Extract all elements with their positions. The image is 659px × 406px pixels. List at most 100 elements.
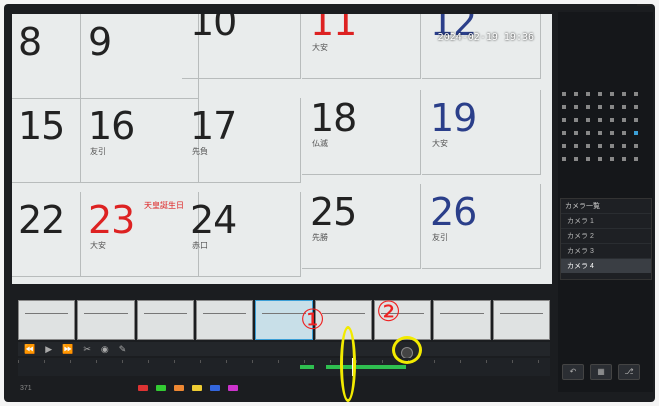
calendar-cell: 17 先負	[182, 98, 301, 183]
mini-calendar-dot[interactable]	[634, 131, 638, 135]
mini-calendar-dot[interactable]	[634, 92, 638, 96]
camera-snapshot-icon[interactable]: ◉	[101, 344, 109, 355]
mini-calendar-dot[interactable]	[598, 92, 602, 96]
calendar-cell: 24 赤口	[182, 192, 301, 277]
mini-calendar-dot[interactable]	[598, 157, 602, 161]
mini-calendar-dot[interactable]	[562, 92, 566, 96]
calendar-day: 17	[190, 104, 237, 148]
calendar-sub: 先勝	[312, 233, 328, 242]
thumbnail[interactable]	[77, 300, 135, 340]
calendar-sub: 大安	[90, 241, 106, 250]
calendar-sub: 赤口	[192, 241, 208, 250]
camera-item-selected[interactable]: カメラ 4	[561, 258, 651, 273]
corner-mark	[637, 4, 651, 6]
mini-calendar-dot[interactable]	[574, 157, 578, 161]
thumbnail[interactable]	[18, 300, 76, 340]
mini-calendar-dot[interactable]	[634, 118, 638, 122]
mini-calendar-dot[interactable]	[586, 118, 590, 122]
mini-calendar-dot[interactable]	[634, 105, 638, 109]
mini-calendar-dot[interactable]	[562, 144, 566, 148]
mini-calendar-dot[interactable]	[610, 144, 614, 148]
mini-calendar-dot[interactable]	[622, 157, 626, 161]
grid-icon[interactable]: ▦	[590, 364, 612, 380]
mini-calendar-dot[interactable]	[586, 92, 590, 96]
calendar-day: 24	[190, 198, 237, 242]
calendar-day: 16	[88, 104, 135, 148]
mini-calendar-dot[interactable]	[586, 131, 590, 135]
camera-item[interactable]: カメラ 1	[561, 213, 651, 228]
cut-icon[interactable]: ✂	[83, 344, 91, 355]
export-icon[interactable]: ⎇	[618, 364, 640, 380]
back-icon[interactable]: ↶	[562, 364, 584, 380]
mini-calendar-dot[interactable]	[574, 144, 578, 148]
mini-calendar-dot[interactable]	[622, 118, 626, 122]
thumbnail[interactable]	[492, 300, 550, 340]
recording-segment	[300, 365, 314, 369]
mini-calendar-dot[interactable]	[622, 92, 626, 96]
mini-calendar-dot[interactable]	[586, 157, 590, 161]
mini-calendar-dot[interactable]	[610, 131, 614, 135]
camera-item[interactable]: カメラ 3	[561, 243, 651, 258]
calendar-cell: 25 先勝	[302, 184, 421, 269]
playback-toolbar: ⏪ ▶ ⏩ ✂ ◉ ✎	[18, 342, 550, 356]
edit-icon[interactable]: ✎	[119, 344, 127, 355]
mini-calendar-dot[interactable]	[622, 105, 626, 109]
calendar-day: 9	[88, 20, 112, 64]
thumbnail[interactable]	[136, 300, 194, 340]
calendar-cell: 15	[12, 98, 81, 183]
calendar-sub: 仏滅	[312, 139, 328, 148]
mini-calendar-dot[interactable]	[598, 131, 602, 135]
mini-calendar-dot[interactable]	[562, 118, 566, 122]
mini-calendar-dot[interactable]	[586, 144, 590, 148]
video-viewer[interactable]: 8 9 10 11 大安 12 15 16 友引 17 先負 18 仏滅 19 大安 22…	[12, 14, 552, 284]
calendar-sub: 大安	[432, 139, 448, 148]
mini-calendar[interactable]	[562, 92, 648, 182]
mini-calendar-dot[interactable]	[562, 157, 566, 161]
calendar-day: 18	[310, 96, 357, 140]
mini-calendar-dot[interactable]	[562, 131, 566, 135]
mini-calendar-dot[interactable]	[574, 118, 578, 122]
camera-item[interactable]: カメラ 2	[561, 228, 651, 243]
mini-calendar-dot[interactable]	[610, 92, 614, 96]
sidebar: カメラ一覧 カメラ 1 カメラ 2 カメラ 3 カメラ 4 ↶ ▦ ⎇	[558, 12, 653, 392]
rewind-icon[interactable]: ⏪	[24, 344, 35, 355]
mini-calendar-dot[interactable]	[598, 118, 602, 122]
mini-calendar-dot[interactable]	[622, 131, 626, 135]
mini-calendar-dot[interactable]	[634, 157, 638, 161]
thumbnail[interactable]	[433, 300, 491, 340]
recording-segment	[326, 365, 406, 369]
status-text: 371	[20, 384, 32, 392]
status-bar: 371	[12, 380, 552, 396]
mini-calendar-dot[interactable]	[634, 144, 638, 148]
mini-calendar-dot[interactable]	[622, 144, 626, 148]
mini-calendar-dot[interactable]	[586, 105, 590, 109]
timeline-ticks	[18, 360, 550, 363]
monitor-frame: 8 9 10 11 大安 12 15 16 友引 17 先負 18 仏滅 19 大安 22…	[4, 4, 655, 402]
play-icon[interactable]: ▶	[45, 344, 52, 355]
mini-calendar-dot[interactable]	[610, 157, 614, 161]
camera-timestamp: 2024-02-19 19:36	[437, 32, 534, 43]
calendar-cell: 10	[182, 14, 301, 79]
mini-calendar-dot[interactable]	[574, 131, 578, 135]
playback-timeline[interactable]	[18, 358, 550, 376]
mini-calendar-dot[interactable]	[574, 92, 578, 96]
calendar-cell: 12	[422, 14, 541, 79]
calendar-cell: 11 大安	[302, 14, 421, 79]
calendar-day: 19	[430, 96, 477, 140]
forward-icon[interactable]: ⏩	[62, 344, 73, 355]
thumbnail[interactable]	[195, 300, 254, 340]
calendar-day: 8	[18, 20, 42, 64]
calendar-cell: 8	[12, 14, 81, 99]
mini-calendar-dot[interactable]	[610, 118, 614, 122]
mini-calendar-dot[interactable]	[574, 105, 578, 109]
legend-yellow-icon	[191, 385, 202, 391]
mini-calendar-dot[interactable]	[562, 105, 566, 109]
thumbnail-strip	[18, 300, 550, 340]
mini-calendar-dot[interactable]	[598, 144, 602, 148]
calendar-day: 11	[310, 14, 357, 44]
sidebar-actions: ↶ ▦ ⎇	[562, 364, 640, 380]
camera-list-title: カメラ一覧	[565, 203, 600, 210]
mini-calendar-dot[interactable]	[598, 105, 602, 109]
calendar-cell: 26 友引	[422, 184, 541, 269]
mini-calendar-dot[interactable]	[610, 105, 614, 109]
